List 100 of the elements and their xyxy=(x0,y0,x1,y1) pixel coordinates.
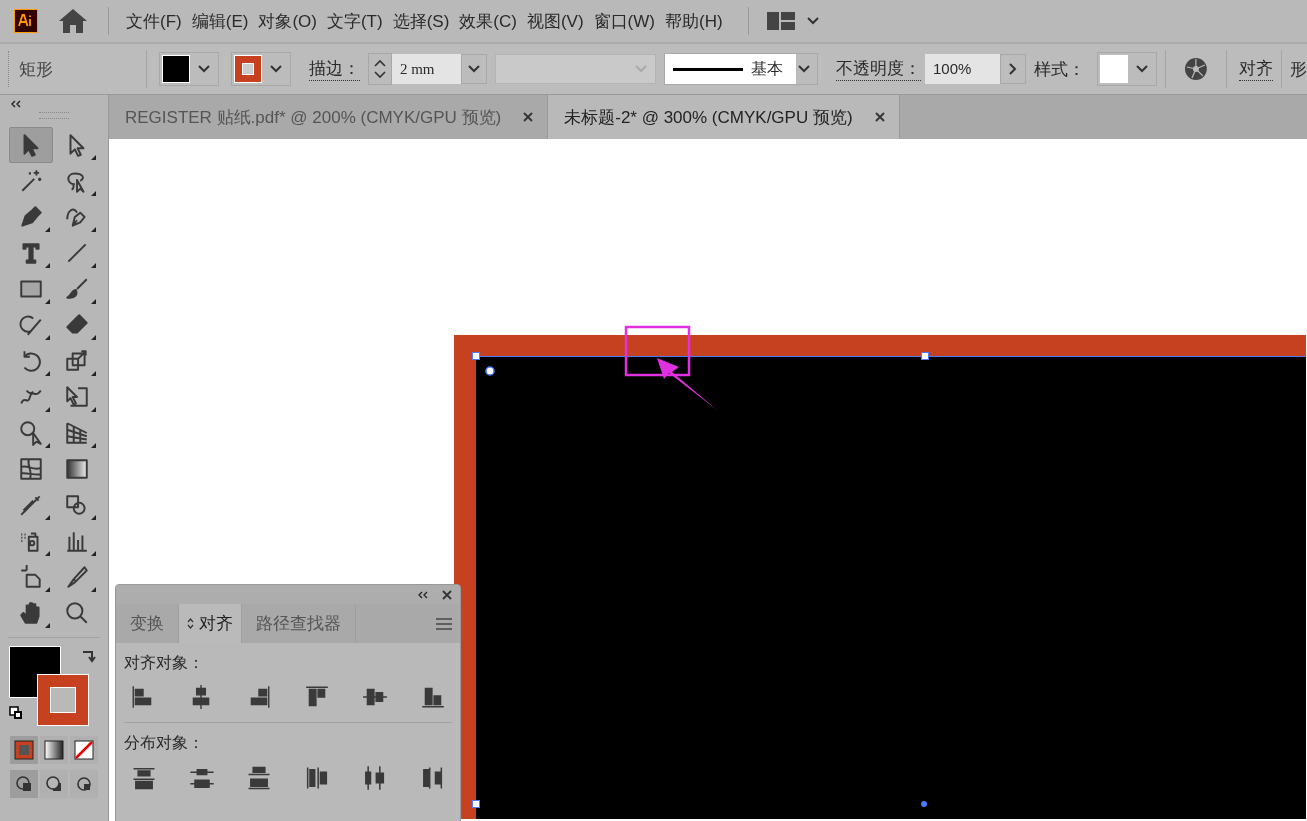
style-swatch xyxy=(1100,55,1129,83)
menu-item[interactable]: 效果(C) xyxy=(459,9,517,33)
close-icon[interactable] xyxy=(874,112,885,122)
color-square-icon xyxy=(14,740,34,760)
flyout-triangle-icon xyxy=(45,623,50,628)
chevron-down-icon xyxy=(634,65,647,73)
chevron-down-icon xyxy=(269,65,282,73)
flyout-triangle-icon xyxy=(45,227,50,232)
selection-handle[interactable] xyxy=(472,800,480,808)
collapse-icon[interactable] xyxy=(10,100,22,108)
flyout-triangle-icon xyxy=(91,227,96,232)
highlight-box xyxy=(624,325,691,377)
menu-item[interactable]: 文件(F) xyxy=(126,9,182,33)
chevron-down-icon xyxy=(1136,65,1149,73)
chevron-down-icon xyxy=(197,65,210,73)
app-logo-icon xyxy=(14,9,38,33)
stroke-color-control[interactable] xyxy=(230,52,291,86)
opacity-expand-button[interactable] xyxy=(1000,54,1027,84)
section-label: 分布对象： xyxy=(124,733,205,753)
stroke-color-swatch[interactable] xyxy=(37,674,89,726)
artboard-icon xyxy=(18,564,44,590)
flyout-triangle-icon xyxy=(91,155,96,160)
flyout-triangle-icon xyxy=(91,443,96,448)
flyout-triangle-icon xyxy=(45,443,50,448)
close-icon[interactable] xyxy=(442,589,452,600)
up-down-arrows-icon xyxy=(372,58,387,80)
none-square-icon xyxy=(74,740,94,760)
chevron-down-icon xyxy=(797,65,810,73)
menu-item[interactable]: 视图(V) xyxy=(526,9,584,33)
menu-item[interactable]: 选择(S) xyxy=(392,9,450,33)
swap-arrow-icon[interactable] xyxy=(81,648,97,664)
selection-handle[interactable] xyxy=(921,352,929,360)
panel-tab[interactable]: 对齐 xyxy=(179,604,242,643)
flyout-triangle-icon xyxy=(91,407,96,412)
menu-item[interactable]: 编辑(E) xyxy=(191,9,249,33)
selection-handle[interactable] xyxy=(472,352,480,360)
slice-icon xyxy=(64,564,90,590)
menu-item[interactable]: 文字(T) xyxy=(326,9,383,33)
draw-behind-icon xyxy=(45,775,63,793)
flyout-triangle-icon xyxy=(91,587,96,592)
gradient-mode-button[interactable] xyxy=(40,736,68,764)
draw-normal-button[interactable] xyxy=(10,770,38,798)
chevron-down-icon xyxy=(468,65,481,73)
gradient-square-icon xyxy=(44,740,64,760)
pen-icon xyxy=(18,204,44,230)
flyout-triangle-icon xyxy=(45,587,50,592)
shape-link[interactable]: 形 xyxy=(1290,57,1307,81)
opacity-field[interactable]: 100% xyxy=(924,54,1001,84)
opacity-label[interactable]: 不透明度： xyxy=(835,57,921,81)
chevron-down-icon[interactable] xyxy=(806,17,819,25)
fill-color-control[interactable] xyxy=(158,52,219,86)
menu-icon[interactable] xyxy=(436,617,452,630)
up-down-arrows-icon xyxy=(187,618,194,629)
menu-item[interactable]: 窗口(W) xyxy=(593,9,655,33)
stroke-swatch xyxy=(233,55,262,83)
stroke-weight-dropdown[interactable] xyxy=(461,54,488,84)
document-tab[interactable]: 未标题-2* @ 300% (CMYK/GPU 预览) xyxy=(548,95,900,139)
workspace-layout-icon[interactable] xyxy=(766,12,795,30)
collapse-icon[interactable] xyxy=(418,590,428,599)
fill-color-swatch[interactable] xyxy=(9,646,61,698)
flyout-triangle-icon xyxy=(45,515,50,520)
flyout-triangle-icon xyxy=(91,515,96,520)
zoom-icon xyxy=(64,600,90,626)
mesh-icon xyxy=(18,456,44,482)
flyout-triangle-icon xyxy=(91,335,96,340)
flyout-triangle-icon xyxy=(91,191,96,196)
center-point-marker xyxy=(921,801,927,807)
flyout-triangle-icon xyxy=(45,335,50,340)
section-label: 对齐对象： xyxy=(124,653,205,673)
paintbrush-icon xyxy=(64,276,90,302)
flyout-triangle-icon xyxy=(45,551,50,556)
stroke-weight-field[interactable]: 2 mm xyxy=(391,54,462,84)
home-icon[interactable] xyxy=(58,8,88,34)
menu-item[interactable]: 对象(O) xyxy=(258,9,317,33)
toolbox-grip[interactable] xyxy=(39,112,69,119)
draw-normal-icon xyxy=(15,775,33,793)
flyout-triangle-icon xyxy=(91,299,96,304)
color-mode-button[interactable] xyxy=(10,736,38,764)
stroke-label[interactable]: 描边： xyxy=(308,57,360,81)
draw-behind-button[interactable] xyxy=(40,770,68,798)
flyout-triangle-icon xyxy=(91,263,96,268)
stroke-weight-stepper[interactable] xyxy=(367,53,392,85)
flyout-triangle-icon xyxy=(45,407,50,412)
flyout-triangle-icon xyxy=(45,299,50,304)
color-wheel-icon[interactable] xyxy=(1184,57,1208,81)
flyout-triangle-icon xyxy=(91,551,96,556)
corner-widget[interactable] xyxy=(485,366,495,376)
draw-inside-button[interactable] xyxy=(70,770,98,798)
menu-item[interactable]: 帮助(H) xyxy=(665,9,723,33)
object-type-label: 矩形 xyxy=(19,58,54,81)
default-colors-icon[interactable] xyxy=(9,706,23,720)
align-link[interactable]: 对齐 xyxy=(1239,57,1273,81)
none-mode-button[interactable] xyxy=(70,736,98,764)
stroke-profile-dropdown[interactable]: 基本 xyxy=(663,53,818,85)
gradient-icon xyxy=(64,456,90,482)
perspective-grid-icon xyxy=(64,420,90,446)
flyout-triangle-icon xyxy=(45,263,50,268)
toolbar-grip[interactable] xyxy=(8,51,11,87)
close-icon[interactable] xyxy=(523,112,534,122)
arrow-pointer-tool[interactable] xyxy=(9,127,53,163)
